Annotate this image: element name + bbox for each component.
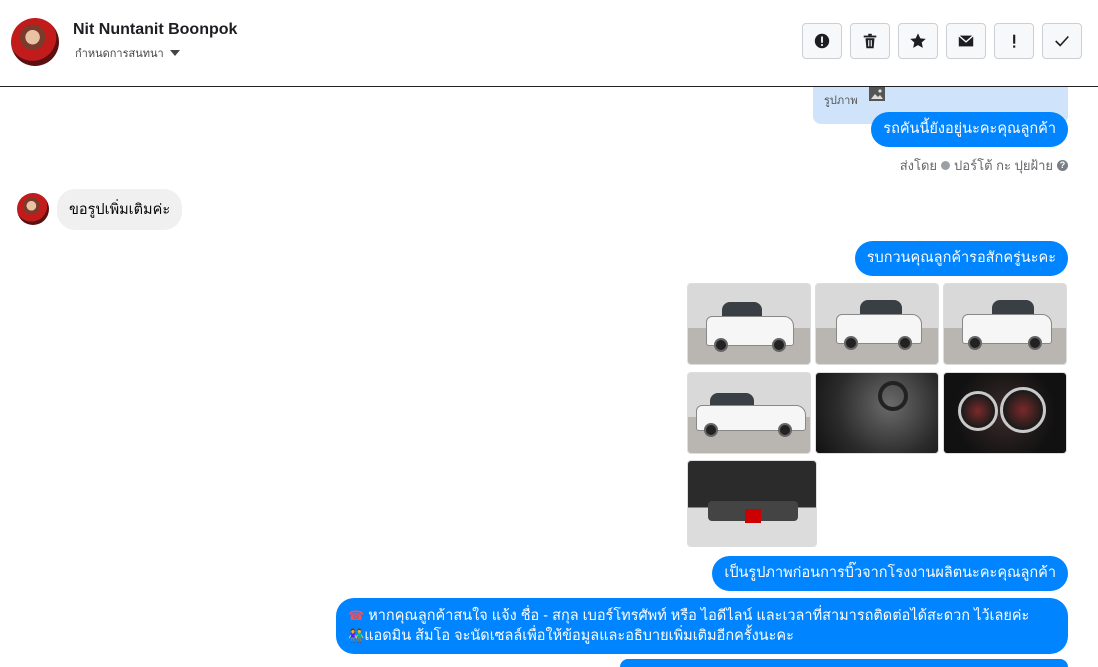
incoming-message[interactable]: ขอรูปเพิ่มเติมค่ะ [57,189,183,230]
customer-avatar[interactable] [17,193,49,225]
sent-by-prefix: ส่งโดย [899,158,938,173]
report-icon [814,33,830,49]
sent-by-name[interactable]: ปอร์โต้ กะ ปุยฝ้าย [954,155,1053,176]
conversation-setting-dropdown[interactable]: กำหนดการสนทนา [75,44,180,62]
image-card-label: รูปภาพ [824,95,858,107]
checkmark-icon [1055,35,1069,47]
star-button[interactable] [898,23,938,59]
delete-button[interactable] [850,23,890,59]
photo-car-front[interactable] [687,283,811,365]
follow-up-button[interactable] [994,23,1034,59]
photo-car-rear[interactable] [815,283,939,365]
outgoing-message[interactable]: เป็นรูปภาพก่อนการบิ๊วจากโรงงานผลิตนะคะคุ… [712,556,1068,591]
photo-gauges[interactable] [943,372,1067,454]
image-icon [869,87,885,101]
caret-down-icon [169,50,180,56]
outgoing-message[interactable]: รถคันนี้ยังอยู่นะคะคุณลูกค้า [871,112,1068,147]
photo-car-side[interactable] [687,372,811,454]
outgoing-message[interactable]: รบกวนคุณลูกค้ารอสักครู่นะคะ [854,241,1068,276]
report-button[interactable] [802,23,842,59]
exclamation-icon [1013,34,1016,48]
help-icon[interactable]: ? [1057,160,1068,171]
verified-icon [941,161,951,170]
envelope-icon [958,35,974,47]
contact-name[interactable]: Nit Nuntanit Boonpok [73,21,237,39]
conversation-header: Nit Nuntanit Boonpok กำหนดการสนทนา [0,0,1098,87]
sent-by-info: ส่งโดย ปอร์โต้ กะ ปุยฝ้าย ? [900,155,1068,176]
photo-engine[interactable] [687,460,817,547]
message-line-1-text: หากคุณลูกค้าสนใจ แจ้ง ชื่อ - สกุล เบอร์โ… [368,608,1030,624]
conversation-setting-label: กำหนดการสนทนา [75,48,164,60]
trash-icon [863,33,877,49]
outgoing-message-partial[interactable] [620,659,1068,667]
message-line-1: ☎ หากคุณลูกค้าสนใจ แจ้ง ชื่อ - สกุล เบอร… [348,606,1056,626]
outgoing-message-long[interactable]: ☎ หากคุณลูกค้าสนใจ แจ้ง ชื่อ - สกุล เบอร… [336,598,1068,654]
photo-interior[interactable] [815,372,939,454]
photo-car-rear-side[interactable] [943,283,1067,365]
message-line-2: 👫แอดมิน ส้มโอ จะนัดเซลล์เพื่อให้ข้อมูลแล… [348,626,1056,646]
contact-avatar[interactable] [11,18,59,66]
star-icon [910,33,926,48]
mark-done-button[interactable] [1042,23,1082,59]
couple-icon: 👫 [348,628,365,643]
mark-unread-button[interactable] [946,23,986,59]
message-line-2-text: แอดมิน ส้มโอ จะนัดเซลล์เพื่อให้ข้อมูลและ… [364,628,794,644]
telephone-icon: ☎ [348,608,365,623]
